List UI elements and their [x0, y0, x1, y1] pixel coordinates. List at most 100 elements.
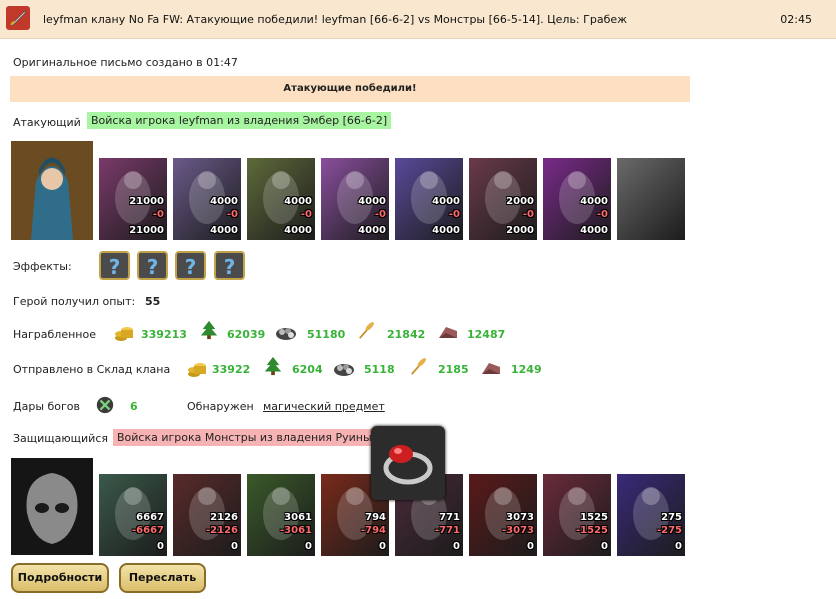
wood-tree-icon: [264, 356, 282, 376]
stone-bricks-icon: [482, 363, 500, 374]
gold-coins-icon: [188, 363, 206, 377]
attacker-unit[interactable]: 2000 -0 2000: [469, 158, 537, 240]
result-banner: Атакующие победили!: [10, 76, 690, 102]
magic-item-link[interactable]: магический предмет: [263, 400, 385, 413]
attacker-army: Войска игрока leyfman из владения Эмбер …: [87, 112, 392, 129]
message-header: leyfman клану No Fa FW: Атакующие победи…: [0, 0, 836, 39]
attacker-unit[interactable]: 4000 -0 4000: [173, 158, 241, 240]
attacker-unit-count: 4000: [210, 196, 238, 207]
defender-unit-count: -1525: [576, 525, 608, 536]
attacker-unit-count: -0: [300, 209, 312, 220]
attacker-army-text: Войска игрока leyfman из владения Эмбер …: [87, 112, 392, 129]
exp-value: 55: [145, 295, 161, 308]
clan-wood: 6204: [292, 363, 323, 376]
attacker-empty-slot: [617, 158, 685, 240]
ore-stone-icon: [276, 328, 296, 340]
attacker-unit-count: 4000: [284, 225, 312, 236]
defender-unit[interactable]: 6667 -6667 0: [99, 474, 167, 556]
wheat-icon: [359, 322, 375, 339]
attacker-unit-count: 2000: [506, 196, 534, 207]
defender-unit-count: -275: [656, 525, 682, 536]
defender-unit-count: 0: [675, 541, 682, 552]
effects-label: Эффекты:: [13, 260, 72, 273]
attacker-label: Атакующий: [13, 116, 81, 129]
defender-unit-count: 771: [439, 512, 460, 523]
defender-unit-count: 794: [365, 512, 386, 523]
gift-gem-icon: [96, 396, 114, 414]
loot-wood: 62039: [227, 328, 266, 341]
attacker-unit-count: 4000: [284, 196, 312, 207]
loot-label: Награбленное: [13, 328, 96, 341]
effect-unknown-icon[interactable]: ?: [137, 251, 168, 280]
ring-icon: [383, 445, 433, 485]
message-time: 02:45: [780, 13, 812, 26]
loot-ore: 51180: [307, 328, 346, 341]
attacker-unit-count: 4000: [210, 225, 238, 236]
sword-battle-icon: [6, 6, 30, 30]
skull-emblem-icon: [11, 458, 93, 555]
attacker-unit[interactable]: 4000 -0 4000: [321, 158, 389, 240]
defender-unit-count: 2126: [210, 512, 238, 523]
forward-button[interactable]: Переслать: [119, 563, 206, 593]
message-subject: leyfman клану No Fa FW: Атакующие победи…: [43, 13, 628, 26]
attacker-hero-portrait[interactable]: [11, 141, 93, 240]
attacker-unit-count: 4000: [358, 196, 386, 207]
defender-unit-count: -2126: [206, 525, 238, 536]
defender-unit-count: 0: [527, 541, 534, 552]
defender-unit-count: 275: [661, 512, 682, 523]
defender-unit-count: 0: [157, 541, 164, 552]
attacker-unit[interactable]: 21000 -0 21000: [99, 158, 167, 240]
defender-unit-count: 6667: [136, 512, 164, 523]
ore-stone-icon: [334, 364, 354, 376]
magic-item-popup[interactable]: [371, 426, 445, 500]
defender-unit-count: 0: [601, 541, 608, 552]
defender-unit-count: 0: [305, 541, 312, 552]
gold-coins-icon: [115, 327, 133, 341]
loot-food: 21842: [387, 328, 426, 341]
defender-unit[interactable]: 3061 -3061 0: [247, 474, 315, 556]
attacker-unit[interactable]: 4000 -0 4000: [247, 158, 315, 240]
attacker-unit-count: 2000: [506, 225, 534, 236]
gifts-label: Дары богов: [13, 400, 81, 413]
loot-gold: 339213: [141, 328, 187, 341]
defender-unit[interactable]: 2126 -2126 0: [173, 474, 241, 556]
defender-hero-portrait[interactable]: [11, 458, 93, 555]
found-label: Обнаружен: [187, 400, 254, 413]
attacker-unit-count: -0: [374, 209, 386, 220]
clan-label: Отправлено в Склад клана: [13, 363, 171, 376]
clan-ore: 5118: [364, 363, 395, 376]
attacker-unit-count: -0: [152, 209, 164, 220]
attacker-unit-count: -0: [522, 209, 534, 220]
loot-stone: 12487: [467, 328, 506, 341]
defender-label: Защищающийся: [13, 432, 108, 445]
defender-unit[interactable]: 1525 -1525 0: [543, 474, 611, 556]
defender-unit-count: -3073: [502, 525, 534, 536]
attacker-unit-count: 4000: [432, 196, 460, 207]
defender-unit-count: 1525: [580, 512, 608, 523]
defender-unit-count: -794: [360, 525, 386, 536]
attacker-unit-count: 21000: [129, 196, 164, 207]
attacker-unit[interactable]: 4000 -0 4000: [543, 158, 611, 240]
attacker-unit-count: 4000: [358, 225, 386, 236]
clan-food: 2185: [438, 363, 469, 376]
attacker-unit-count: -0: [596, 209, 608, 220]
effect-unknown-icon[interactable]: ?: [99, 251, 130, 280]
attacker-unit[interactable]: 4000 -0 4000: [395, 158, 463, 240]
clan-stone: 1249: [511, 363, 542, 376]
original-created: Оригинальное письмо создано в 01:47: [13, 56, 238, 69]
wheat-icon: [411, 358, 427, 375]
defender-unit-count: 0: [231, 541, 238, 552]
attacker-unit-count: 4000: [580, 225, 608, 236]
effect-unknown-icon[interactable]: ?: [175, 251, 206, 280]
defender-unit-count: -3061: [280, 525, 312, 536]
effect-unknown-icon[interactable]: ?: [214, 251, 245, 280]
defender-unit-count: -771: [434, 525, 460, 536]
exp-label: Герой получил опыт:: [13, 295, 136, 308]
attacker-unit-count: 4000: [580, 196, 608, 207]
stone-bricks-icon: [439, 327, 457, 338]
details-button[interactable]: Подробности: [11, 563, 109, 593]
hero-avatar-icon: [11, 141, 93, 240]
defender-unit[interactable]: 3073 -3073 0: [469, 474, 537, 556]
attacker-unit-count: 4000: [432, 225, 460, 236]
defender-unit[interactable]: 275 -275 0: [617, 474, 685, 556]
